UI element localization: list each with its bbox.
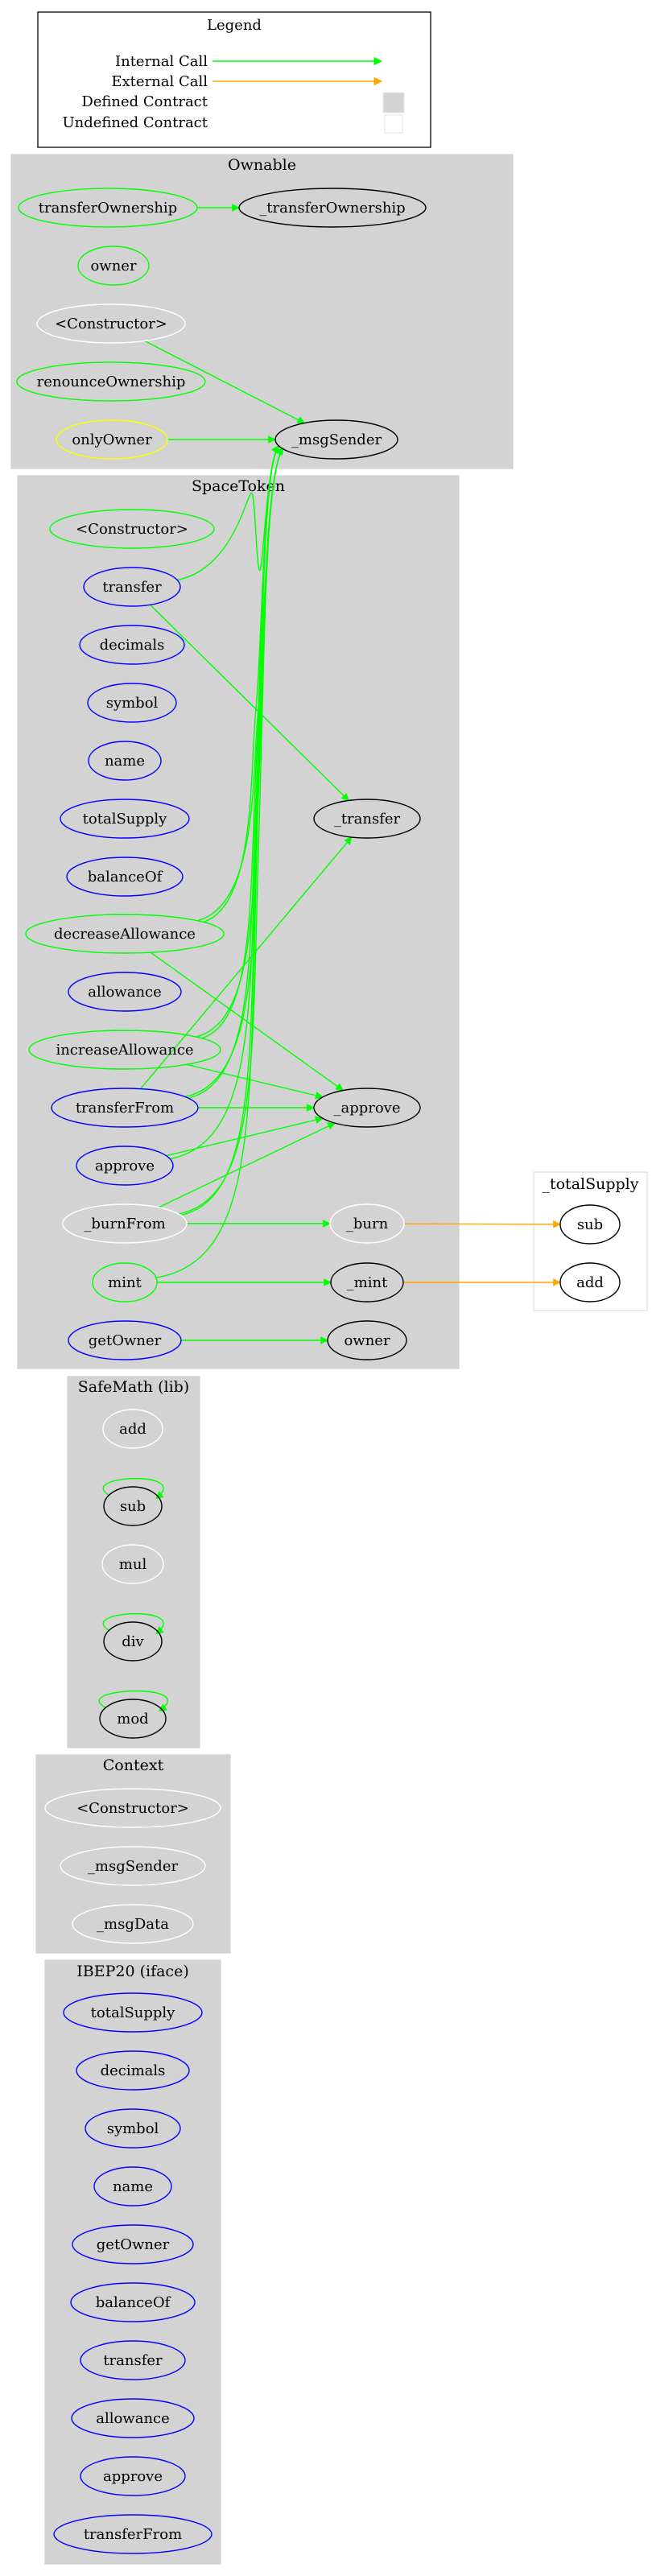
- node-label: totalSupply: [83, 811, 168, 828]
- node-label: <Constructor>: [76, 1800, 189, 1817]
- legend-label-external: External Call: [111, 73, 208, 90]
- node-label: add: [119, 1421, 146, 1438]
- cluster-title: IBEP20 (iface): [76, 1963, 189, 1980]
- node-label: getOwner: [97, 2236, 170, 2253]
- legend-undefined-swatch: [384, 114, 403, 134]
- legend-label-undefined: Undefined Contract: [62, 114, 208, 131]
- legend: Legend Internal Call External Call Defin…: [37, 11, 431, 148]
- legend-label-internal: Internal Call: [115, 53, 208, 70]
- cluster-title: Ownable: [228, 156, 296, 174]
- node-label: balanceOf: [96, 2294, 171, 2311]
- node-label: name: [113, 2178, 153, 2195]
- cluster-frame: [17, 475, 460, 1369]
- node-label: _burn: [346, 1216, 389, 1232]
- node-label: transferFrom: [76, 1100, 174, 1117]
- node-label: owner: [344, 1332, 390, 1349]
- cluster-title: _totalSupply: [542, 1175, 638, 1193]
- node-label: <Constructor>: [76, 521, 188, 538]
- node-label: decimals: [101, 2062, 166, 2079]
- node-label: add: [576, 1274, 604, 1291]
- node-label: mul: [119, 1556, 147, 1573]
- node-label: allowance: [96, 2410, 170, 2427]
- legend-label-defined: Defined Contract: [81, 93, 208, 110]
- node-label: _approve: [333, 1100, 400, 1117]
- node-label: symbol: [106, 695, 159, 712]
- cluster-title: SafeMath (lib): [78, 1378, 189, 1396]
- node-label: div: [122, 1633, 144, 1650]
- node-label: _msgSender: [88, 1858, 179, 1875]
- node-label: mint: [108, 1274, 142, 1291]
- node-label: <Constructor>: [55, 316, 167, 332]
- legend-defined-swatch: [382, 92, 405, 114]
- node-label: transferOwnership: [39, 200, 177, 217]
- node-label: name: [105, 753, 145, 770]
- node-label: sub: [120, 1498, 146, 1515]
- node-label: approve: [103, 2468, 163, 2485]
- legend-title: Legend: [207, 17, 262, 34]
- node-label: decreaseAllowance: [54, 926, 196, 943]
- node-label: transferFrom: [84, 2526, 182, 2543]
- node-label: transfer: [103, 2352, 163, 2369]
- node-label: allowance: [88, 984, 162, 1001]
- node-label: totalSupply: [91, 2004, 176, 2021]
- node-label: _msgData: [97, 1916, 169, 1933]
- node-label: symbol: [107, 2120, 159, 2137]
- node-label: renounceOwnership: [37, 374, 186, 390]
- node-label: approve: [95, 1158, 155, 1174]
- call-graph: Legend Internal Call External Call Defin…: [10, 11, 648, 2565]
- node-label: _mint: [347, 1274, 388, 1291]
- node-label: increaseAllowance: [56, 1042, 193, 1059]
- cluster-title: Context: [103, 1757, 164, 1774]
- node-label: getOwner: [89, 1332, 162, 1349]
- node-label: balanceOf: [88, 869, 163, 886]
- node-label: owner: [90, 258, 136, 275]
- node-label: _transfer: [334, 811, 401, 828]
- node-label: _burnFrom: [84, 1216, 165, 1232]
- node-label: mod: [117, 1711, 148, 1728]
- node-label: transfer: [102, 579, 162, 596]
- node-label: _transferOwnership: [259, 200, 405, 217]
- node-label: _msgSender: [291, 431, 382, 448]
- cluster-spacetoken: SpaceToken: [17, 475, 460, 1369]
- node-label: decimals: [100, 637, 165, 654]
- node-label: sub: [577, 1216, 603, 1233]
- node-label: onlyOwner: [72, 431, 152, 448]
